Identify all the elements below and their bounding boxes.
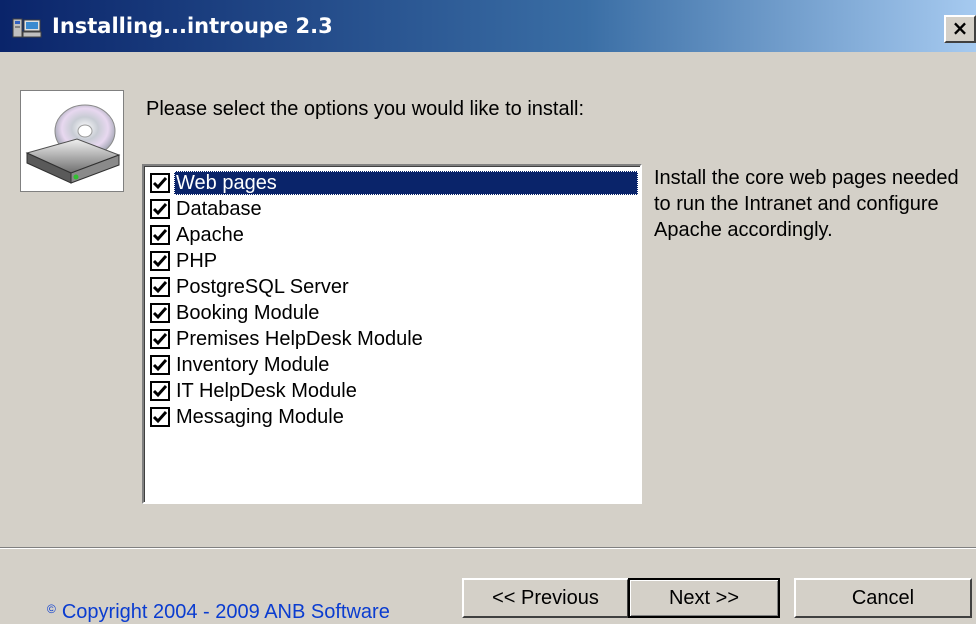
close-button[interactable]: ×	[944, 15, 976, 43]
checkmark-icon	[152, 307, 168, 320]
database-checkbox[interactable]	[150, 199, 170, 219]
option-postgresql-server[interactable]: PostgreSQL Server	[150, 274, 638, 300]
installer-app-icon	[12, 18, 42, 38]
option-php[interactable]: PHP	[150, 248, 638, 274]
option-label: Messaging Module	[176, 406, 344, 428]
checkmark-icon	[152, 359, 168, 372]
copyright-symbol: ©	[47, 602, 56, 616]
option-label: Apache	[176, 224, 244, 246]
copyright-label: Copyright 2004 - 2009 ANB Software	[61, 601, 390, 623]
option-it-helpdesk-module[interactable]: IT HelpDesk Module	[150, 378, 638, 404]
it-helpdesk-module-checkbox[interactable]	[150, 381, 170, 401]
option-label: PHP	[176, 250, 218, 272]
checkmark-icon	[152, 177, 168, 190]
install-options-list[interactable]: Web pages Database Apache PHP PostgreSQL…	[142, 164, 642, 504]
checkmark-icon	[152, 229, 168, 242]
option-label: Premises HelpDesk Module	[176, 328, 423, 350]
cd-drive-icon	[20, 90, 124, 192]
checkmark-icon	[152, 333, 168, 346]
close-icon: ×	[951, 16, 969, 40]
inventory-module-checkbox[interactable]	[150, 355, 170, 375]
option-web-pages[interactable]: Web pages	[150, 170, 638, 196]
option-database[interactable]: Database	[150, 196, 638, 222]
php-checkbox[interactable]	[150, 251, 170, 271]
option-messaging-module[interactable]: Messaging Module	[150, 404, 638, 430]
option-label: Database	[176, 198, 262, 220]
next-button[interactable]: Next >>	[628, 578, 780, 618]
option-apache[interactable]: Apache	[150, 222, 638, 248]
option-booking-module[interactable]: Booking Module	[150, 300, 638, 326]
checkmark-icon	[152, 411, 168, 424]
checkmark-icon	[152, 385, 168, 398]
cancel-button[interactable]: Cancel	[794, 578, 972, 618]
option-inventory-module[interactable]: Inventory Module	[150, 352, 638, 378]
checkmark-icon	[152, 281, 168, 294]
checkmark-icon	[152, 255, 168, 268]
checkmark-icon	[152, 203, 168, 216]
previous-button[interactable]: << Previous	[462, 578, 629, 618]
option-label: Booking Module	[176, 302, 320, 324]
booking-module-checkbox[interactable]	[150, 303, 170, 323]
option-label: Web pages	[174, 171, 638, 195]
title-bar[interactable]: Installing...introupe 2.3 ×	[0, 0, 976, 52]
postgresql-server-checkbox[interactable]	[150, 277, 170, 297]
option-premises-helpdesk-module[interactable]: Premises HelpDesk Module	[150, 326, 638, 352]
instruction-text: Please select the options you would like…	[146, 98, 585, 120]
option-label: Inventory Module	[176, 354, 330, 376]
premises-helpdesk-module-checkbox[interactable]	[150, 329, 170, 349]
option-description: Install the core web pages needed to run…	[654, 167, 959, 241]
window-title: Installing...introupe 2.3	[52, 14, 333, 38]
installer-window: Installing...introupe 2.3 × Please selec…	[0, 0, 976, 623]
footer-divider	[0, 547, 976, 549]
messaging-module-checkbox[interactable]	[150, 407, 170, 427]
copyright-text: © Copyright 2004 - 2009 ANB Software	[47, 597, 390, 624]
option-label: PostgreSQL Server	[176, 276, 349, 298]
apache-checkbox[interactable]	[150, 225, 170, 245]
web-pages-checkbox[interactable]	[150, 173, 170, 193]
option-label: IT HelpDesk Module	[176, 380, 357, 402]
